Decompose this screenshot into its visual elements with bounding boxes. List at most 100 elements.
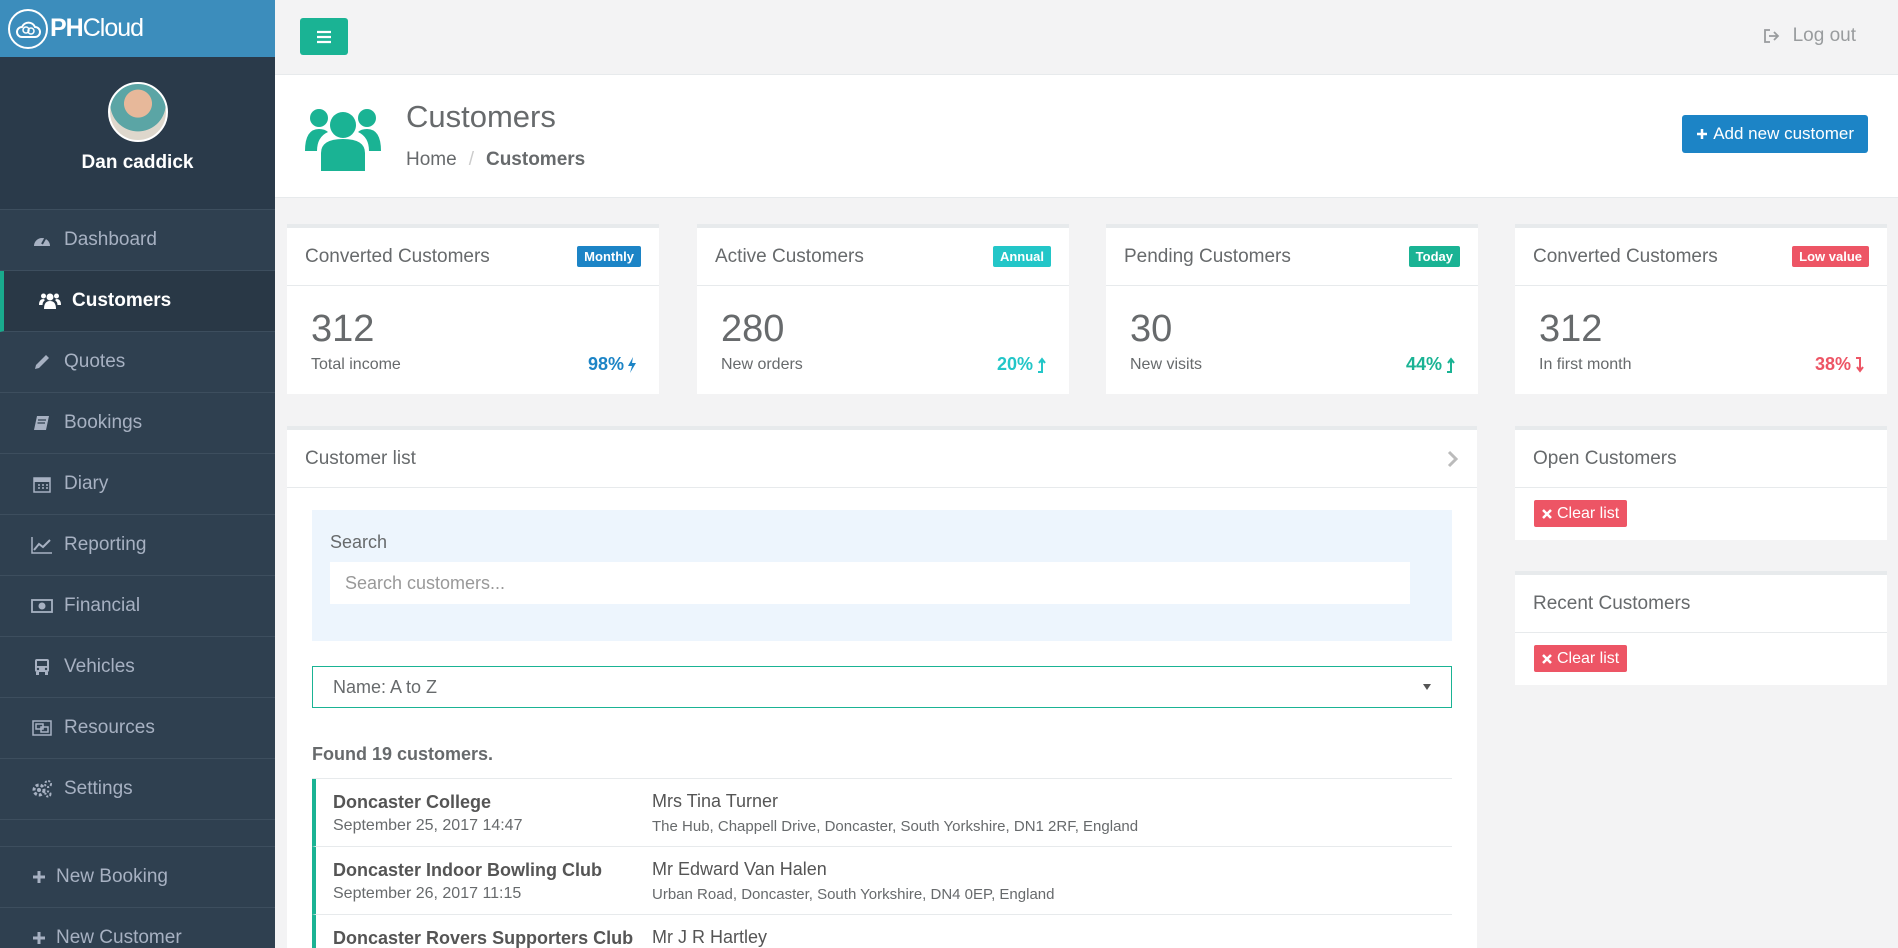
sidebar-item-label: Financial [64, 595, 141, 616]
open-customers-panel: Open Customers Clear list [1515, 426, 1887, 540]
panel-title: Recent Customers [1533, 592, 1691, 614]
status-badge: Annual [992, 246, 1051, 267]
bus-icon [30, 658, 54, 676]
sidebar-item-bookings[interactable]: Bookings [0, 393, 275, 454]
customer-contact: Mrs Tina Turner [652, 791, 779, 811]
clear-recent-list-button[interactable]: Clear list [1534, 645, 1628, 672]
menu-toggle-button[interactable] [300, 18, 348, 55]
sidebar-item-reporting[interactable]: Reporting [0, 515, 275, 576]
new-customer-button[interactable]: New Customer [0, 908, 275, 948]
sidebar-action-label: New Customer [56, 927, 182, 948]
sidebar-item-label: Bookings [64, 412, 143, 433]
clear-open-list-button[interactable]: Clear list [1534, 500, 1628, 527]
profile-name[interactable]: Dan caddick [82, 152, 194, 174]
breadcrumb-home[interactable]: Home [406, 149, 457, 171]
stat-percentage-value: 98% [587, 354, 624, 374]
stat-subtitle: New visits [1130, 356, 1203, 373]
stat-value: 280 [721, 308, 785, 350]
users-icon [38, 292, 62, 310]
sign-out-icon [1763, 29, 1779, 43]
sort-select[interactable]: Name: A to Z [312, 666, 1452, 708]
bolt-icon [628, 356, 636, 373]
breadcrumb: Home / Customers [406, 149, 585, 171]
sidebar-item-quotes[interactable]: Quotes [0, 332, 275, 393]
level-up-icon [1447, 356, 1455, 373]
customer-name: Doncaster Rovers Supporters Club [333, 928, 634, 948]
table-row[interactable]: Doncaster College September 25, 2017 14:… [312, 779, 1452, 847]
clear-list-label: Clear list [1557, 504, 1620, 522]
panel-header: Recent Customers [1515, 575, 1887, 633]
table-row[interactable]: Doncaster Rovers Supporters Club Mr J R … [312, 915, 1452, 948]
table-row[interactable]: Doncaster Indoor Bowling Club September … [312, 847, 1452, 915]
sidebar-action-label: New Booking [56, 866, 168, 887]
stat-percentage: 44% [1406, 354, 1456, 375]
sidebar-item-financial[interactable]: Financial [0, 576, 275, 637]
breadcrumb-separator: / [468, 149, 474, 170]
page-title: Customers [406, 99, 556, 134]
search-section: Search [312, 510, 1452, 641]
sidebar-item-label: Dashboard [64, 229, 157, 250]
brand-name: PHCloud [50, 14, 144, 42]
logout-link[interactable]: Log out [1763, 25, 1856, 47]
stat-percentage: 98% [588, 354, 637, 375]
status-badge: Monthly [577, 246, 641, 267]
avatar[interactable] [107, 82, 168, 142]
customer-name: Doncaster College [333, 792, 492, 812]
customer-address: Urban Road, Doncaster, South Yorkshire, … [652, 886, 1055, 903]
sidebar-item-customers[interactable]: Customers [0, 271, 275, 332]
sidebar-item-label: Quotes [64, 351, 126, 372]
nav-divider [0, 820, 275, 847]
stat-value: 312 [1539, 308, 1603, 350]
topbar: Log out [275, 0, 1898, 75]
book-icon [30, 414, 54, 432]
stat-card-converted-monthly: Converted Customers Monthly 312 Total in… [287, 224, 659, 394]
users-icon [305, 99, 381, 176]
cogs-icon [30, 779, 54, 799]
sidebar-item-label: Diary [64, 473, 109, 494]
stat-percentage-value: 44% [1405, 354, 1442, 374]
plus-icon [1697, 129, 1708, 139]
recent-customers-panel: Recent Customers Clear list [1515, 571, 1887, 685]
dashboard-icon [30, 232, 54, 248]
stat-card-header: Converted Customers Monthly [287, 228, 659, 286]
sidebar-item-label: Settings [64, 778, 133, 799]
page-heading: Customers Home / Customers Add new custo… [275, 75, 1898, 198]
panel-header: Open Customers [1515, 430, 1887, 488]
object-group-icon [30, 719, 54, 737]
sidebar-item-label: Customers [72, 290, 172, 311]
brand[interactable]: PHCloud [0, 0, 275, 57]
close-icon [1542, 653, 1552, 664]
sidebar-item-resources[interactable]: Resources [0, 698, 275, 759]
sort-selected-value: Name: A to Z [333, 676, 438, 697]
sidebar-item-label: Reporting [64, 534, 147, 555]
add-new-customer-button[interactable]: Add new customer [1682, 115, 1868, 153]
sidebar-item-vehicles[interactable]: Vehicles [0, 637, 275, 698]
sidebar-item-diary[interactable]: Diary [0, 454, 275, 515]
stat-title: Converted Customers [305, 245, 490, 267]
stat-percentage-value: 20% [996, 354, 1033, 374]
chevron-right-icon[interactable] [1447, 450, 1459, 468]
sidebar: PHCloud Dan caddick Dashboard Customers … [0, 0, 275, 948]
customer-date: September 25, 2017 14:47 [333, 817, 523, 834]
customer-date: September 26, 2017 11:15 [333, 885, 522, 902]
stat-card-header: Active Customers Annual [697, 228, 1069, 286]
cloud-logo-icon [8, 8, 48, 49]
hamburger-icon [317, 30, 331, 43]
panel-header: Customer list [287, 430, 1477, 488]
breadcrumb-current: Customers [485, 149, 586, 170]
stat-title: Pending Customers [1124, 245, 1291, 267]
sidebar-item-settings[interactable]: Settings [0, 759, 275, 820]
sidebar-item-dashboard[interactable]: Dashboard [0, 210, 275, 271]
user-profile: Dan caddick [0, 57, 275, 210]
panel-title: Open Customers [1533, 447, 1677, 469]
panel-title: Customer list [305, 447, 416, 469]
level-up-icon [1038, 356, 1046, 373]
stat-percentage: 20% [997, 354, 1047, 375]
customer-name: Doncaster Indoor Bowling Club [333, 860, 602, 880]
new-booking-button[interactable]: New Booking [0, 847, 275, 908]
clear-list-label: Clear list [1557, 649, 1620, 667]
stat-subtitle: New orders [721, 356, 803, 373]
sidebar-item-label: Vehicles [64, 656, 135, 677]
add-button-label: Add new customer [1713, 124, 1854, 143]
search-input[interactable] [330, 562, 1410, 604]
